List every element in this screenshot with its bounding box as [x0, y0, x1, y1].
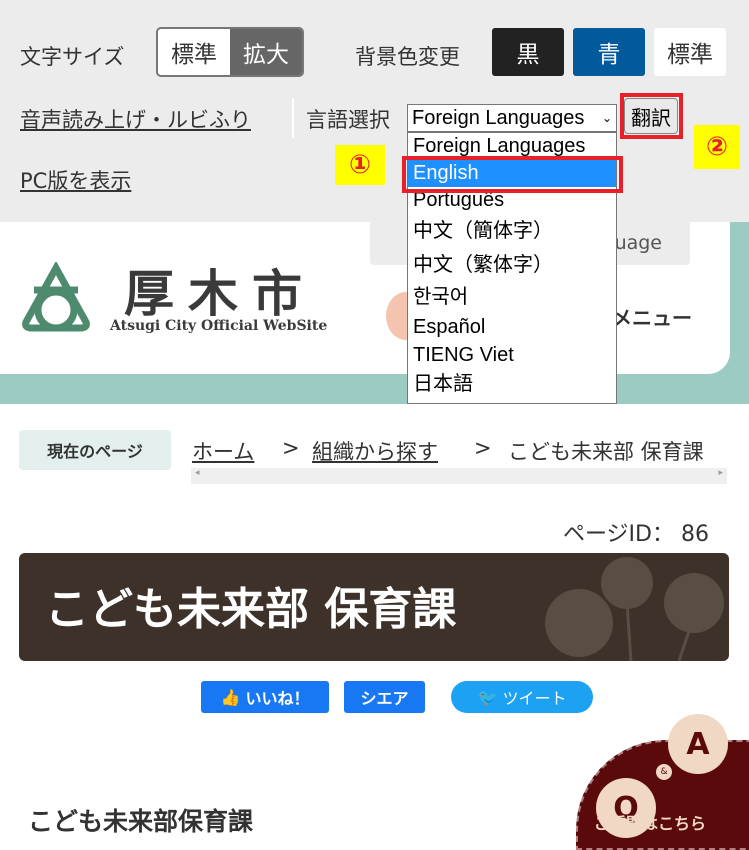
font-standard-button[interactable]: 標準 [158, 29, 230, 75]
logo-title: 厚木市 [124, 265, 316, 323]
qa-label: ご質問はこちら [594, 814, 707, 833]
language-option[interactable]: TIENG Viet [408, 341, 616, 369]
language-option[interactable]: 日本語 [408, 369, 616, 400]
pc-view-link[interactable]: PC版を表示 [20, 165, 131, 195]
bg-black-button[interactable]: 黒 [492, 28, 564, 76]
logo-subtitle: Atsugi City Official WebSite [110, 318, 328, 334]
facebook-share-button[interactable]: シエア [344, 681, 425, 713]
divider [292, 98, 294, 138]
qa-a-bubble: A [668, 714, 728, 774]
menu-button[interactable]: メニュー [612, 302, 692, 331]
thumbs-up-icon: 👍 [220, 687, 241, 707]
tweet-button[interactable]: 🐦 ツイート [451, 681, 593, 713]
atsugi-logo-icon [22, 262, 90, 332]
read-aloud-link[interactable]: 音声読み上げ・ルビふり [20, 104, 251, 134]
language-option[interactable]: 中文（簡体字） [408, 214, 616, 248]
bg-blue-button[interactable]: 青 [573, 28, 645, 76]
breadcrumb-label: 現在のページ [19, 430, 171, 470]
breadcrumb-home[interactable]: ホーム [192, 436, 254, 466]
bg-standard-button[interactable]: 標準 [654, 28, 726, 76]
font-size-label: 文字サイズ [20, 45, 125, 69]
page-id: ページID： 86 [563, 516, 709, 548]
font-size-toggle: 標準 拡大 [156, 27, 304, 77]
breadcrumb-scrollbar[interactable]: ◂ ▸ [191, 468, 727, 484]
page-title-banner: こども未来部 保育課 [19, 553, 729, 661]
annotation-step1: ① [335, 145, 385, 185]
twitter-bird-icon: 🐦 [477, 687, 498, 707]
translate-button[interactable]: 翻訳 [624, 98, 678, 134]
page-id-label: ページID： [563, 522, 674, 547]
plant-decoration-icon [545, 557, 724, 661]
language-option[interactable]: 한국어 [408, 282, 616, 313]
section-heading: こども未来部保育課 [28, 807, 254, 836]
font-large-button[interactable]: 拡大 [230, 29, 302, 75]
annotation-box-english [402, 156, 623, 193]
page-id-value: 86 [681, 522, 709, 547]
bg-color-label: 背景色変更 [355, 45, 460, 69]
breadcrumb-separator: > [282, 436, 300, 460]
annotation-step2: ② [694, 125, 740, 169]
tweet-label: ツイート [502, 689, 567, 708]
chevron-down-icon: ⌄ [601, 111, 612, 125]
qa-button[interactable]: Q & A ご質問はこちら [576, 714, 749, 850]
language-select[interactable]: Foreign Languages ⌄ [407, 104, 617, 132]
language-label: 言語選択 [306, 108, 390, 132]
facebook-like-button[interactable]: 👍 いいね！ [201, 681, 329, 713]
qa-amp: & [656, 764, 672, 780]
breadcrumb-current: こども未来部 保育課 [508, 440, 704, 464]
breadcrumb-organization[interactable]: 組織から探す [312, 436, 438, 466]
language-option[interactable]: Español [408, 313, 616, 341]
like-label: いいね！ [245, 689, 310, 708]
language-select-value: Foreign Languages [412, 106, 585, 129]
language-option[interactable]: 中文（繁体字） [408, 248, 616, 282]
select-language-text: uage [614, 232, 662, 254]
page-title: こども未来部 保育課 [45, 584, 457, 635]
breadcrumb-separator: > [474, 436, 492, 460]
